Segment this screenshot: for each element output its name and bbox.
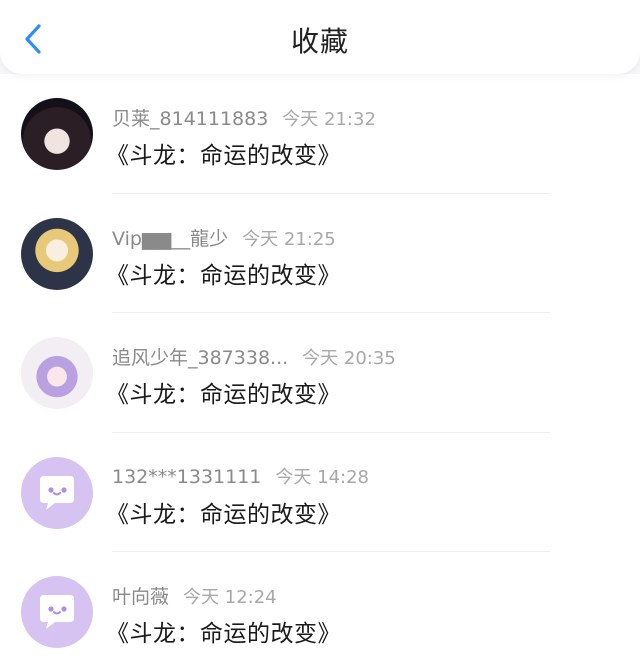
avatar[interactable]	[21, 456, 93, 529]
chat-bubble-icon	[40, 475, 74, 510]
username: 132***1331111	[112, 465, 262, 488]
username: 追风少年_387338...	[112, 347, 289, 369]
timestamp: 今天 12:24	[183, 587, 277, 608]
list-item[interactable]: 叶向薇 今天 12:24 《斗龙：命运的改变》	[0, 552, 640, 665]
message-text: 《斗龙：命运的改变》	[106, 621, 341, 647]
item-meta: 叶向薇 今天 12:24	[112, 582, 277, 609]
timestamp: 今天 21:25	[242, 228, 336, 250]
favorites-screen: 收藏 贝莱_814111883 今天 21:32 《斗龙：命运的改变》 Vip▆▆…	[0, 0, 640, 665]
username: 贝莱_814111883	[112, 108, 269, 130]
avatar[interactable]	[21, 337, 93, 409]
avatar[interactable]	[21, 217, 93, 290]
chat-bubble-icon	[40, 595, 74, 629]
message-text: 《斗龙：命运的改变》	[106, 143, 341, 169]
list-item[interactable]: 追风少年_387338... 今天 20:35 《斗龙：命运的改变》	[0, 313, 640, 433]
list-item[interactable]: Vip▆▆__龍少 今天 21:25 《斗龙：命运的改变》	[0, 194, 640, 313]
item-meta: 贝莱_814111883 今天 21:32	[112, 104, 376, 131]
item-meta: 132***1331111 今天 14:28	[112, 463, 369, 489]
list-item[interactable]: 132***1331111 今天 14:28 《斗龙：命运的改变》	[0, 433, 640, 552]
timestamp: 今天 20:35	[302, 348, 396, 369]
message-text: 《斗龙：命运的改变》	[106, 501, 341, 528]
top-bar: 收藏	[0, 0, 640, 74]
timestamp: 今天 14:28	[275, 466, 369, 488]
username: 叶向薇	[112, 586, 170, 608]
username: Vip▆▆__龍少	[112, 227, 229, 250]
item-meta: 追风少年_387338... 今天 20:35	[112, 343, 396, 370]
favorites-list: 贝莱_814111883 今天 21:32 《斗龙：命运的改变》 Vip▆▆__龍…	[0, 74, 640, 665]
timestamp: 今天 21:32	[282, 109, 376, 130]
avatar[interactable]	[21, 98, 93, 170]
list-item[interactable]: 贝莱_814111883 今天 21:32 《斗龙：命运的改变》	[0, 74, 640, 194]
message-text: 《斗龙：命运的改变》	[106, 262, 341, 289]
message-text: 《斗龙：命运的改变》	[106, 382, 341, 408]
page-title: 收藏	[290, 25, 349, 58]
avatar[interactable]	[21, 576, 93, 648]
item-meta: Vip▆▆__龍少 今天 21:25	[112, 224, 336, 251]
